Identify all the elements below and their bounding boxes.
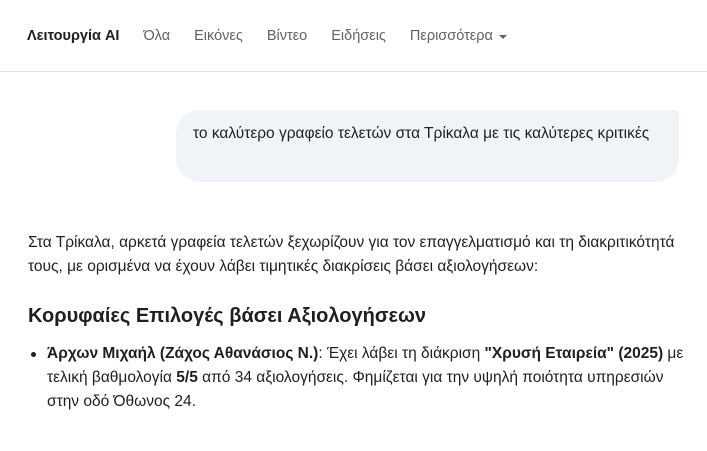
tab-news[interactable]: Ειδήσεις — [331, 28, 386, 44]
chevron-down-icon — [498, 34, 507, 39]
result-list: Άρχων Μιχαήλ (Ζάχος Αθανάσιος Ν.): Έχει … — [28, 342, 688, 414]
search-tabs: Λειτουργία AI Όλα Εικόνες Βίντεο Ειδήσει… — [0, 0, 707, 72]
user-query-text: το καλύτερο γραφείο τελετών στα Τρίκαλα … — [193, 125, 650, 142]
item-text: : Έχει λάβει τη διάκριση — [318, 345, 485, 362]
tab-images[interactable]: Εικόνες — [194, 28, 243, 44]
ai-answer: Στα Τρίκαλα, αρκετά γραφεία τελετών ξεχω… — [28, 231, 688, 414]
tab-label: Περισσότερα — [409, 27, 493, 44]
tab-label: Λειτουργία AI — [27, 27, 120, 44]
tab-label: Βίντεο — [266, 27, 308, 44]
business-name: Άρχων Μιχαήλ (Ζάχος Αθανάσιος Ν.) — [47, 345, 319, 362]
tab-label: Εικόνες — [194, 27, 243, 44]
tab-ai-mode[interactable]: Λειτουργία AI — [27, 28, 119, 44]
tab-label: Ειδήσεις — [331, 27, 386, 44]
tab-videos[interactable]: Βίντεο — [267, 28, 307, 44]
award-name: "Χρυσή Εταιρεία" (2025) — [484, 345, 664, 362]
answer-intro: Στα Τρίκαλα, αρκετά γραφεία τελετών ξεχω… — [28, 234, 675, 275]
tab-all[interactable]: Όλα — [143, 28, 170, 44]
rating-score: 5/5 — [176, 369, 198, 386]
tab-label: Όλα — [143, 27, 171, 44]
user-query-bubble: το καλύτερο γραφείο τελετών στα Τρίκαλα … — [176, 110, 679, 182]
section-title: Κορυφαίες Επιλογές βάσει Αξιολογήσεων — [28, 305, 427, 327]
list-item: Άρχων Μιχαήλ (Ζάχος Αθανάσιος Ν.): Έχει … — [28, 342, 688, 414]
tab-more[interactable]: Περισσότερα — [410, 28, 507, 44]
